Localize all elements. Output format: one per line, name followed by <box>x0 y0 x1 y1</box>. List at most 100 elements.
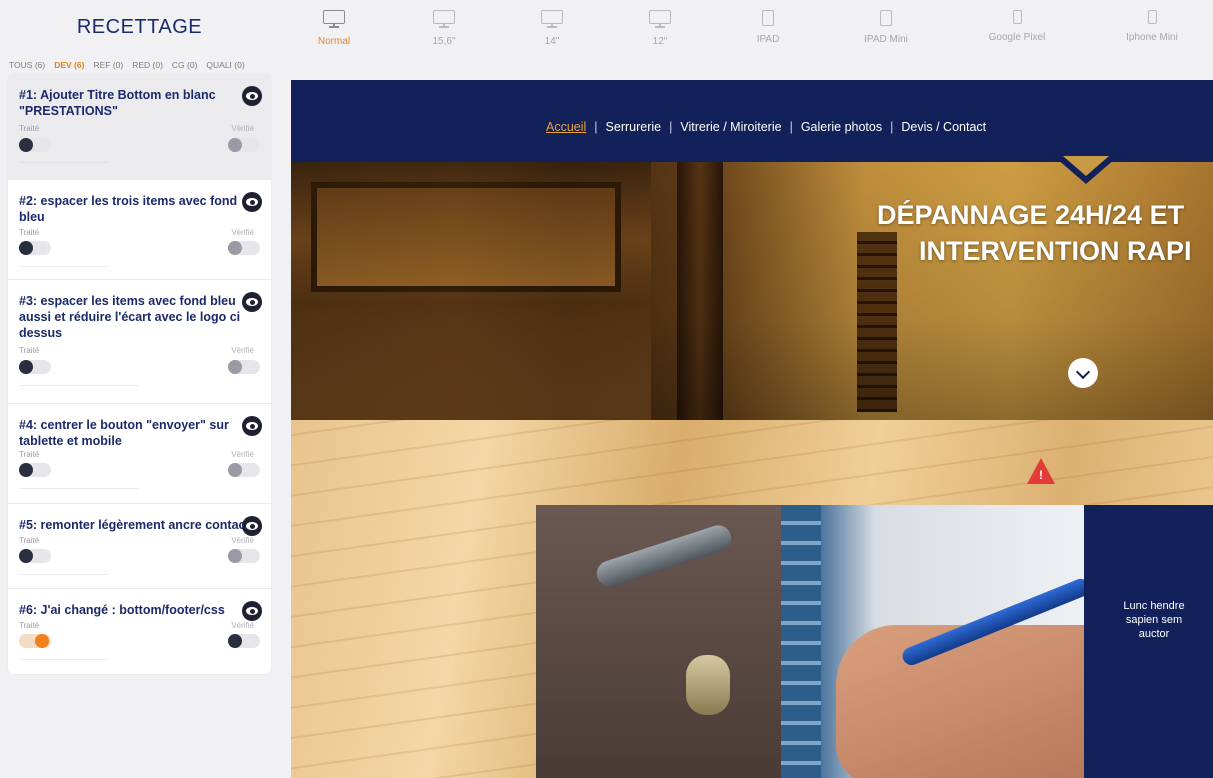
nav-link-devis[interactable]: Devis / Contact <box>901 120 986 134</box>
traite-label: Traité <box>19 124 40 133</box>
task-url-placeholder: —————————————————— <box>19 572 109 578</box>
task-url-placeholder: —————————————————— <box>19 264 109 270</box>
warning-mark: ! <box>1039 468 1043 482</box>
eye-icon[interactable] <box>242 192 262 212</box>
hero-banner: DÉPANNAGE 24H/24 ET INTERVENTION RAPI <box>291 152 1213 420</box>
verifie-toggle[interactable] <box>228 463 260 477</box>
device-normal[interactable]: Normal <box>279 10 389 47</box>
task-card[interactable]: #4: centrer le bouton "envoyer" sur tabl… <box>8 404 271 504</box>
toggle-knob <box>19 360 33 374</box>
toggle-knob <box>228 634 242 648</box>
task-card[interactable]: #6: J'ai changé : bottom/footer/css Trai… <box>8 589 271 674</box>
eye-icon[interactable] <box>242 516 262 536</box>
task-url-placeholder: ———————————————————————— <box>19 383 139 389</box>
info-panel-text: Lunc hendre sapien sem auctor <box>1084 599 1213 641</box>
site-nav-links: Accueil | Serrurerie | Vitrerie / Miroit… <box>291 120 1213 134</box>
task-title: #1: Ajouter Titre Bottom en blanc "PREST… <box>19 88 216 118</box>
device-14[interactable]: 14" <box>497 10 607 47</box>
eye-icon[interactable] <box>242 86 262 106</box>
app-root: RECETTAGE TOUS (6) DEV (6) REF (0) RED (… <box>0 0 1213 778</box>
verifie-toggle[interactable] <box>228 360 260 374</box>
site-navbar: Accueil | Serrurerie | Vitrerie / Miroit… <box>291 80 1213 162</box>
task-title: #5: remonter légèrement ancre contact <box>19 518 249 532</box>
device-12[interactable]: 12" <box>605 10 715 47</box>
phone-icon <box>1012 10 1022 24</box>
filter-ref[interactable]: REF (0) <box>93 60 123 70</box>
device-iphone-mini[interactable]: Iphone Mini <box>1097 10 1207 43</box>
nav-separator: | <box>890 120 894 134</box>
verifie-label: Vérifié <box>231 450 254 459</box>
device-label: Normal <box>317 36 351 47</box>
locksmith-photo <box>536 505 1084 778</box>
verifie-toggle[interactable] <box>228 634 260 648</box>
panel-line: auctor <box>1138 628 1170 640</box>
toggle-knob <box>19 463 33 477</box>
tablet-icon <box>762 10 774 26</box>
device-label: 15,6" <box>432 36 456 47</box>
chevron-down-icon[interactable] <box>1068 358 1098 388</box>
filter-tabs: TOUS (6) DEV (6) REF (0) RED (0) CG (0) … <box>9 60 245 70</box>
nav-separator: | <box>669 120 673 134</box>
device-label: IPAD <box>756 34 780 45</box>
nav-link-vitrerie[interactable]: Vitrerie / Miroiterie <box>680 120 781 134</box>
hero-heading-line2: INTERVENTION RAPI <box>919 236 1192 266</box>
task-card[interactable]: #5: remonter légèrement ancre contact Tr… <box>8 504 271 589</box>
laptop-12-icon <box>649 10 671 28</box>
site-preview-frame: Accueil | Serrurerie | Vitrerie / Miroit… <box>288 76 1213 778</box>
filter-quali[interactable]: QUALI (0) <box>206 60 244 70</box>
device-label: 12" <box>652 36 668 47</box>
device-google-pixel[interactable]: Google Pixel <box>962 10 1072 43</box>
task-url-placeholder: —————————————————— <box>19 657 109 663</box>
device-ipad-mini[interactable]: IPAD Mini <box>831 10 941 45</box>
task-card[interactable]: #3: espacer les items avec fond bleu aus… <box>8 280 271 404</box>
filter-red[interactable]: RED (0) <box>132 60 163 70</box>
toggle-knob <box>19 241 33 255</box>
verifie-label: Vérifié <box>231 621 254 630</box>
traite-label: Traité <box>19 228 40 237</box>
recettage-sidebar: RECETTAGE TOUS (6) DEV (6) REF (0) RED (… <box>0 0 279 778</box>
toggle-knob <box>228 241 242 255</box>
panel-line: Lunc hendre <box>1123 600 1185 612</box>
traite-label: Traité <box>19 450 40 459</box>
nav-link-galerie[interactable]: Galerie photos <box>801 120 882 134</box>
verifie-label: Vérifié <box>231 124 254 133</box>
traite-toggle[interactable] <box>19 241 51 255</box>
laptop-15-icon <box>433 10 455 28</box>
traite-toggle[interactable] <box>19 549 51 563</box>
eye-icon[interactable] <box>242 416 262 436</box>
eye-icon[interactable] <box>242 601 262 621</box>
verifie-label: Vérifié <box>231 346 254 355</box>
traite-toggle[interactable] <box>19 360 51 374</box>
device-toolbar: Normal 15,6" 14" 12" IPAD IPAD Mini Goog… <box>279 0 1213 72</box>
device-label: IPAD Mini <box>864 34 908 45</box>
traite-toggle[interactable] <box>19 634 51 648</box>
task-list: #1: Ajouter Titre Bottom en blanc "PREST… <box>8 74 271 674</box>
nav-link-serrurerie[interactable]: Serrurerie <box>606 120 662 134</box>
filter-tous[interactable]: TOUS (6) <box>9 60 45 70</box>
device-ipad[interactable]: IPAD <box>713 10 823 45</box>
device-label: Google Pixel <box>988 32 1046 43</box>
traite-toggle[interactable] <box>19 138 51 152</box>
task-card[interactable]: #2: espacer les trois items avec fond bl… <box>8 180 271 280</box>
task-title: #4: centrer le bouton "envoyer" sur tabl… <box>19 418 229 448</box>
device-15-6[interactable]: 15,6" <box>389 10 499 47</box>
traite-label: Traité <box>19 536 40 545</box>
traite-toggle[interactable] <box>19 463 51 477</box>
filter-cg[interactable]: CG (0) <box>172 60 198 70</box>
task-card[interactable]: #1: Ajouter Titre Bottom en blanc "PREST… <box>8 74 271 180</box>
toggle-knob <box>228 549 242 563</box>
eye-icon[interactable] <box>242 292 262 312</box>
filter-dev[interactable]: DEV (6) <box>54 60 84 70</box>
task-url-placeholder: —————————————————— <box>19 160 109 166</box>
nav-link-accueil[interactable]: Accueil <box>546 120 586 134</box>
device-label: Iphone Mini <box>1126 32 1178 43</box>
panel-line: sapien sem <box>1125 614 1183 626</box>
toggle-knob <box>19 549 33 563</box>
verifie-toggle[interactable] <box>228 241 260 255</box>
verifie-toggle[interactable] <box>228 549 260 563</box>
task-title: #2: espacer les trois items avec fond bl… <box>19 194 238 224</box>
traite-label: Traité <box>19 346 40 355</box>
verifie-toggle[interactable] <box>228 138 260 152</box>
wood-section: ! Lunc hendre sapien sem auctor <box>291 420 1213 778</box>
phone-mini-icon <box>1147 10 1157 24</box>
